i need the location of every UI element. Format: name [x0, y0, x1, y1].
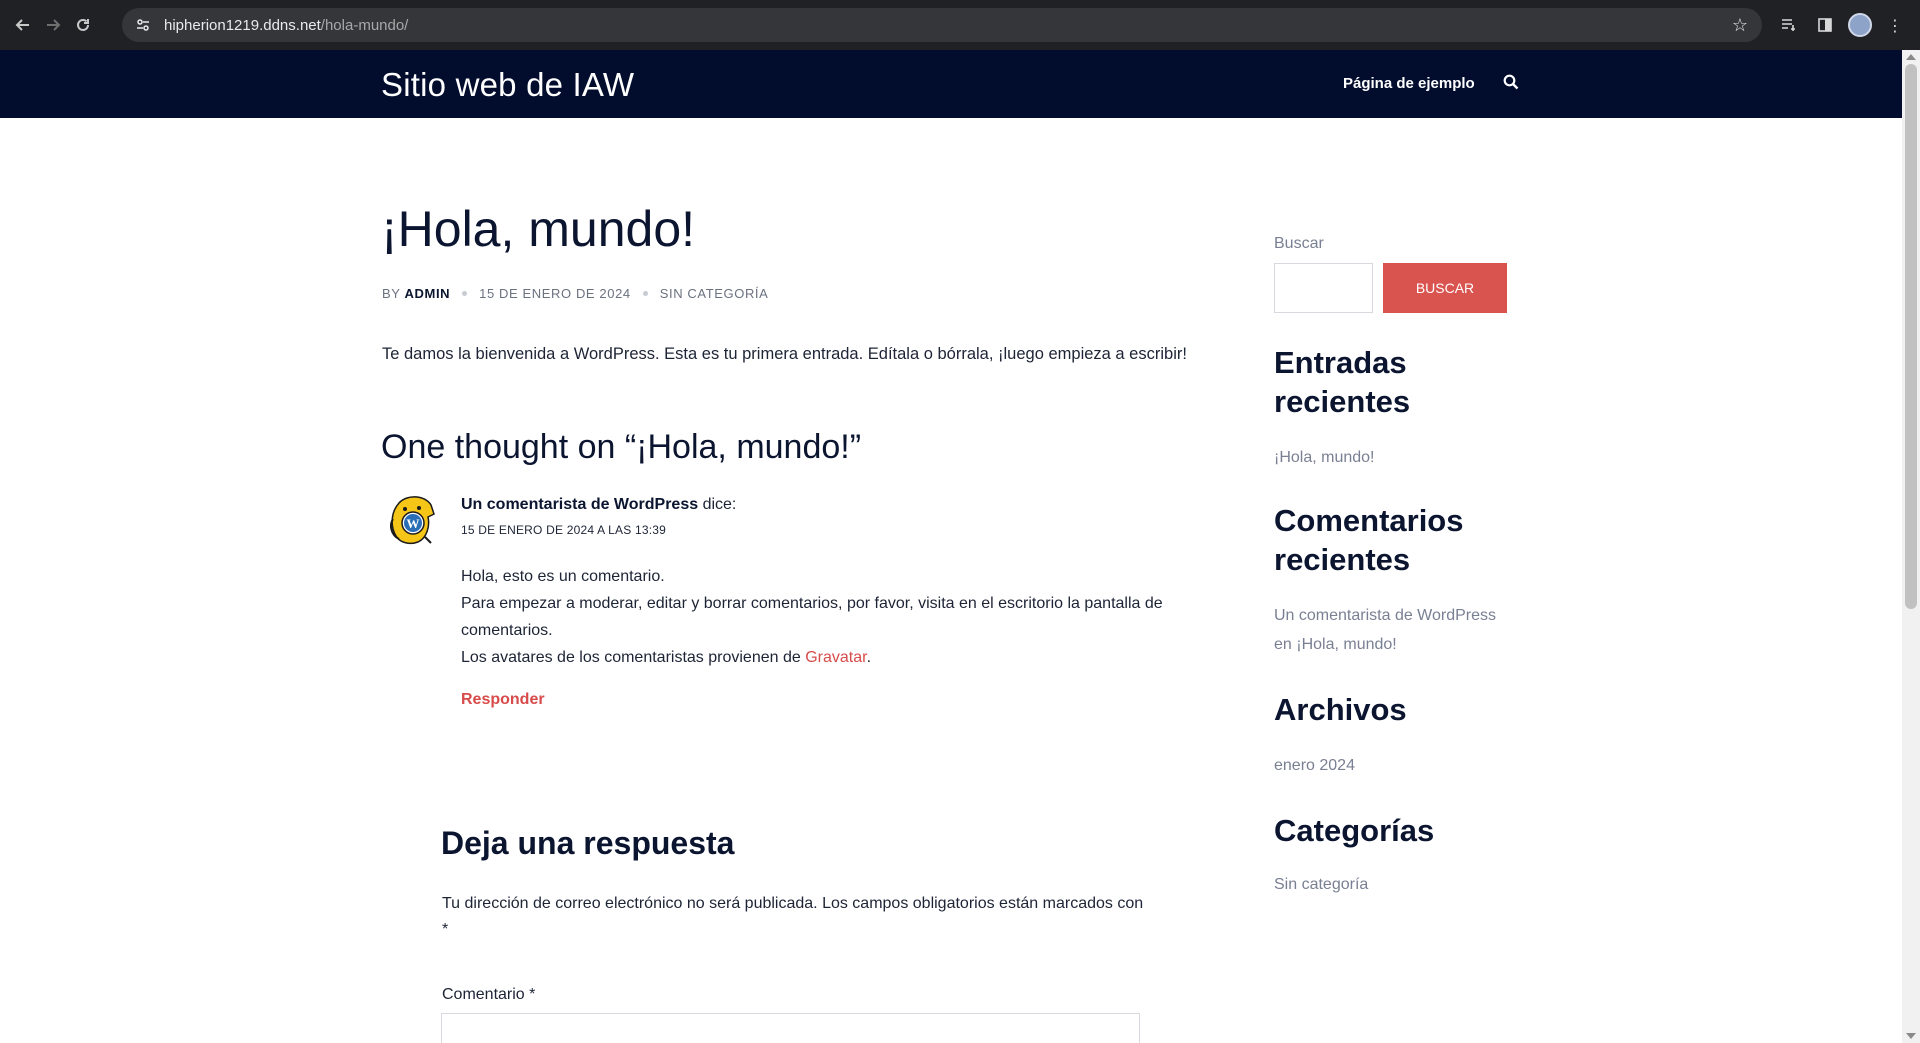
recent-posts-title: Entradas recientes — [1274, 345, 1411, 419]
comment-line-text: Los avatares de los comentaristas provie… — [461, 649, 806, 666]
required-mark: * — [442, 921, 449, 938]
comment-field-label: Comentario * — [442, 986, 536, 1003]
side-panel-icon[interactable] — [1812, 12, 1838, 38]
sidebar-search-input[interactable] — [1274, 263, 1373, 313]
reload-icon[interactable] — [68, 10, 98, 40]
search-icon[interactable] — [1503, 74, 1521, 92]
site-header: Sitio web de IAW Página de ejemplo — [0, 50, 1902, 118]
categories-title: Categorías — [1274, 813, 1435, 848]
comment-line: Los avatares de los comentaristas provie… — [461, 644, 1181, 671]
site-info-icon[interactable] — [132, 14, 154, 36]
comment-line: Hola, esto es un comentario. — [461, 568, 665, 585]
comment-notes: Tu dirección de correo electrónico no se… — [442, 891, 1152, 943]
meta-category-link[interactable]: SIN CATEGORÍA — [660, 286, 769, 301]
menu-kebab-icon[interactable]: ⋮ — [1882, 12, 1908, 38]
forward-arrow-icon[interactable] — [38, 10, 68, 40]
meta-date-link[interactable]: 15 DE ENERO DE 2024 — [479, 286, 631, 301]
url-path: /hola-mundo/ — [320, 16, 409, 34]
post-content: Te damos la bienvenida a WordPress. Esta… — [382, 345, 1187, 363]
bookmark-star-icon[interactable]: ☆ — [1732, 15, 1748, 36]
svg-text:W: W — [407, 516, 420, 531]
comments-title: One thought on “¡Hola, mundo!” — [381, 428, 862, 466]
reply-button[interactable]: Responder — [461, 691, 545, 709]
sidebar-search-button[interactable]: BUSCAR — [1383, 263, 1507, 313]
profile-avatar-icon[interactable] — [1848, 13, 1872, 37]
scroll-down-icon[interactable] — [1906, 1033, 1916, 1039]
back-arrow-icon[interactable] — [8, 10, 38, 40]
comment-avatar: W — [385, 493, 441, 549]
recent-post-link[interactable]: ¡Hola, mundo! — [1274, 443, 1514, 472]
sidebar-search-label: Buscar — [1274, 235, 1324, 252]
nav-item-pagina-de-ejemplo[interactable]: Página de ejemplo — [1343, 75, 1475, 92]
comment-line-suffix: . — [866, 649, 872, 666]
comment-notes-text: Tu dirección de correo electrónico no se… — [442, 895, 1144, 912]
comment-says: dice: — [702, 496, 737, 513]
category-link[interactable]: Sin categoría — [1274, 870, 1514, 899]
address-bar[interactable]: hipherion1219.ddns.net/hola-mundo/ ☆ — [122, 8, 1762, 42]
meta-separator — [642, 291, 648, 296]
url-text[interactable]: hipherion1219.ddns.net/hola-mundo/ — [164, 17, 408, 34]
site-title[interactable]: Sitio web de IAW — [381, 66, 634, 104]
page-scrollbar[interactable] — [1902, 50, 1920, 1043]
post-meta: BY ADMIN 15 DE ENERO DE 2024 SIN CATEGOR… — [382, 286, 768, 301]
comment-author-name[interactable]: Un comentarista de WordPress — [461, 496, 698, 513]
browser-actions: ⋮ — [1776, 0, 1920, 50]
comment-line: Para empezar a moderar, editar y borrar … — [461, 595, 1163, 639]
browser-toolbar: hipherion1219.ddns.net/hola-mundo/ ☆ ⋮ — [0, 0, 1920, 50]
reply-form-title: Deja una respuesta — [441, 825, 735, 861]
meta-by: BY — [382, 286, 401, 301]
meta-separator — [462, 291, 468, 296]
recent-comment-link[interactable]: Un comentarista de WordPress en ¡Hola, m… — [1274, 601, 1514, 659]
comment-date-link[interactable]: 15 DE ENERO DE 2024 A LAS 13:39 — [461, 523, 666, 537]
comment-textarea[interactable] — [441, 1013, 1140, 1043]
gravatar-link[interactable]: Gravatar — [805, 649, 866, 666]
meta-author-link[interactable]: ADMIN — [405, 286, 451, 301]
post-title: ¡Hola, mundo! — [381, 201, 696, 257]
archive-link[interactable]: enero 2024 — [1274, 751, 1514, 780]
url-host: hipherion1219.ddns.net — [164, 16, 321, 34]
comment-body: Hola, esto es un comentario. Para empeza… — [461, 563, 1181, 671]
archives-title: Archivos — [1274, 692, 1407, 727]
scroll-up-icon[interactable] — [1906, 54, 1916, 60]
recent-comments-title: Comentarios recientes — [1274, 503, 1464, 577]
reading-list-icon[interactable] — [1776, 12, 1802, 38]
comment-author: Un comentarista de WordPress dice: — [461, 496, 736, 514]
scroll-thumb[interactable] — [1905, 64, 1917, 609]
